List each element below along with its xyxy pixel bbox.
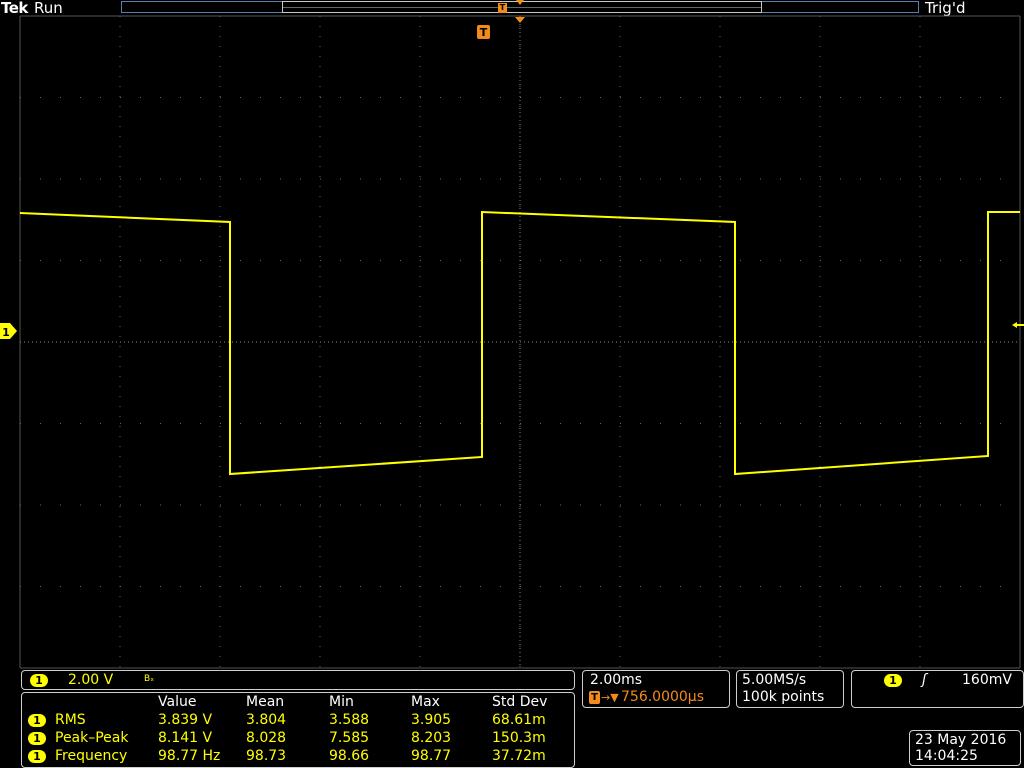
channel-1-badge: 1 — [30, 674, 48, 687]
graticule-grid — [19, 15, 1021, 669]
svg-text:T: T — [480, 26, 488, 39]
measurement-name: Frequency — [55, 748, 128, 764]
rising-edge-icon: ʃ — [922, 672, 927, 688]
measurement-mean: 3.804 — [246, 712, 287, 728]
measurement-max: 98.77 — [411, 748, 452, 764]
date-display: 23 May 2016 — [915, 732, 1007, 748]
horizontal-scale: 2.00ms — [590, 672, 643, 688]
trigger-panel[interactable]: 1 ʃ 160mV — [851, 670, 1024, 708]
horizontal-delay: 756.0000µs — [621, 689, 705, 705]
row-channel-badge: 1 — [28, 732, 46, 745]
sample-rate: 5.00MS/s — [742, 672, 807, 688]
header-mean: Mean — [246, 694, 285, 710]
header-min: Min — [329, 694, 354, 710]
timebase-panel[interactable]: 2.00ms T →▼ 756.0000µs — [582, 670, 730, 708]
measurement-mean: 98.73 — [246, 748, 287, 764]
svg-text:1: 1 — [2, 326, 10, 339]
measurements-panel[interactable]: Value Mean Min Max Std Dev 1 RMS 3.839 V… — [21, 692, 575, 768]
trigger-source-badge: 1 — [884, 674, 902, 687]
measurement-std-dev: 150.3m — [492, 730, 546, 746]
measurement-mean: 8.028 — [246, 730, 287, 746]
trigger-level: 160mV — [962, 672, 1012, 688]
measurement-name: RMS — [55, 712, 86, 728]
record-length: 100k points — [742, 689, 825, 705]
channel-1-waveform — [19, 210, 1020, 476]
trigger-delay-arrow: →▼ — [601, 691, 619, 704]
channel-1-ground-marker: 1 — [0, 323, 17, 339]
row-channel-badge: 1 — [28, 714, 46, 727]
measurement-value: 8.141 V — [158, 730, 213, 746]
bandwidth-limit-flag: Bₓ — [144, 674, 155, 684]
waveform-display[interactable]: T 1 — [0, 0, 1024, 670]
row-channel-badge: 1 — [28, 750, 46, 763]
acquisition-panel[interactable]: 5.00MS/s 100k points — [736, 670, 844, 708]
datetime-panel: 23 May 2016 14:04:25 — [909, 730, 1021, 766]
measurement-min: 7.585 — [329, 730, 370, 746]
measurement-value: 3.839 V — [158, 712, 213, 728]
header-max: Max — [411, 694, 440, 710]
measurement-min: 98.66 — [329, 748, 370, 764]
measurement-value: 98.77 Hz — [158, 748, 221, 764]
channel-1-scale: 2.00 V — [68, 672, 114, 688]
header-std-dev: Std Dev — [492, 694, 548, 710]
time-display: 14:04:25 — [915, 748, 978, 764]
measurement-max: 3.905 — [411, 712, 452, 728]
trigger-level-marker — [1012, 322, 1024, 328]
trigger-position-marker: T — [477, 17, 525, 39]
measurement-std-dev: 37.72m — [492, 748, 546, 764]
channel-1-scale-panel[interactable]: 1 2.00 V Bₓ — [21, 670, 575, 690]
measurement-max: 8.203 — [411, 730, 452, 746]
trigger-delay-icon: T — [589, 691, 600, 704]
measurement-name: Peak–Peak — [55, 730, 129, 746]
header-value: Value — [158, 694, 197, 710]
measurement-min: 3.588 — [329, 712, 370, 728]
measurement-std-dev: 68.61m — [492, 712, 546, 728]
